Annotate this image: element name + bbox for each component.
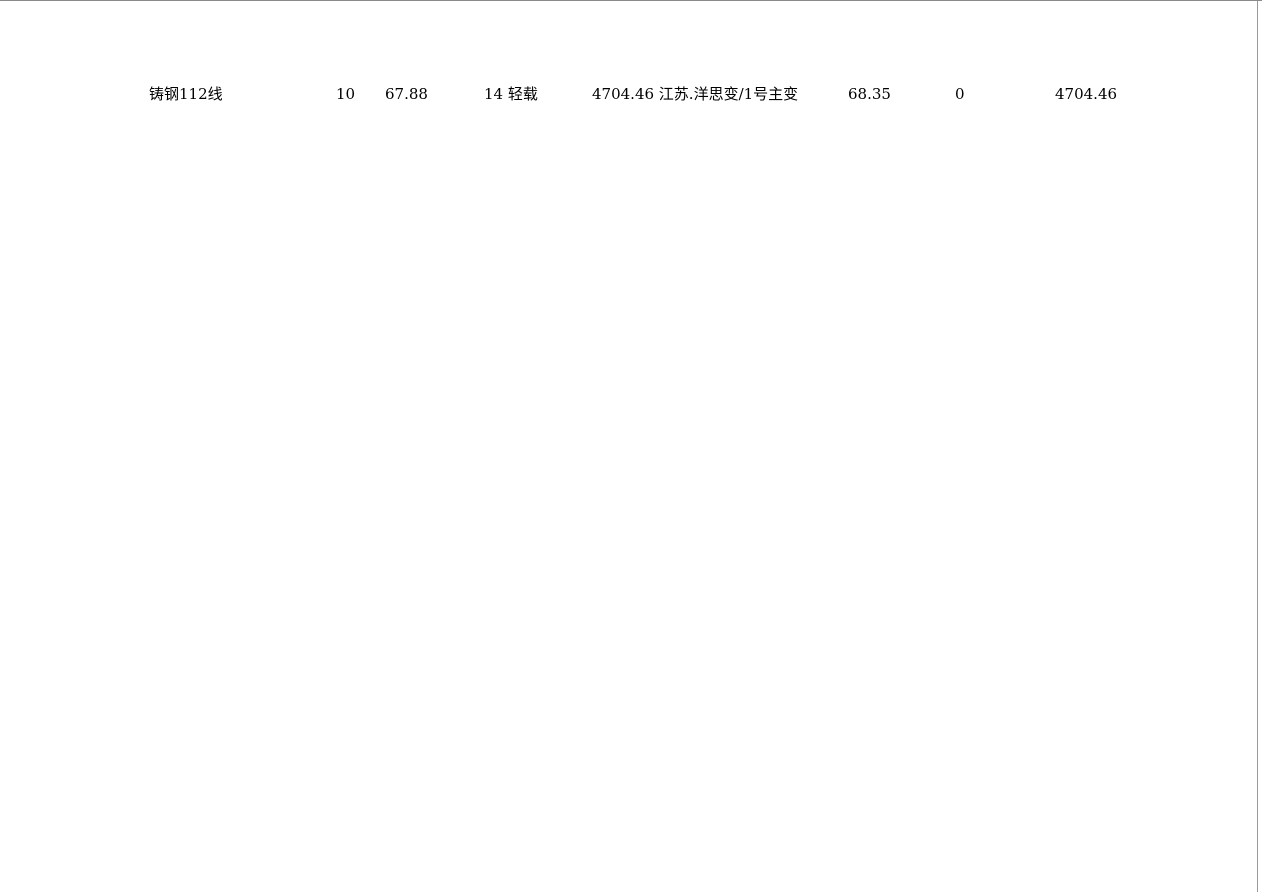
substation-cell: 4704.46 江苏.洋思变/1号主变 (592, 85, 799, 103)
document-page: 铸钢112线 10 67.88 14 轻载 4704.46 江苏.洋思变/1号主… (0, 0, 1262, 892)
voltage-cell: 10 (336, 85, 356, 103)
load-status-cell: 14 轻载 (484, 85, 538, 103)
table-row: 铸钢112线 10 67.88 14 轻载 4704.46 江苏.洋思变/1号主… (0, 1, 1262, 892)
line-name-cell: 铸钢112线 (149, 85, 223, 103)
value-cell-3: 0 (955, 85, 965, 103)
value-cell-2: 68.35 (848, 85, 891, 103)
value-cell-4: 4704.46 (1055, 85, 1118, 103)
page-edge (1257, 1, 1262, 892)
value-cell-1: 67.88 (385, 85, 428, 103)
